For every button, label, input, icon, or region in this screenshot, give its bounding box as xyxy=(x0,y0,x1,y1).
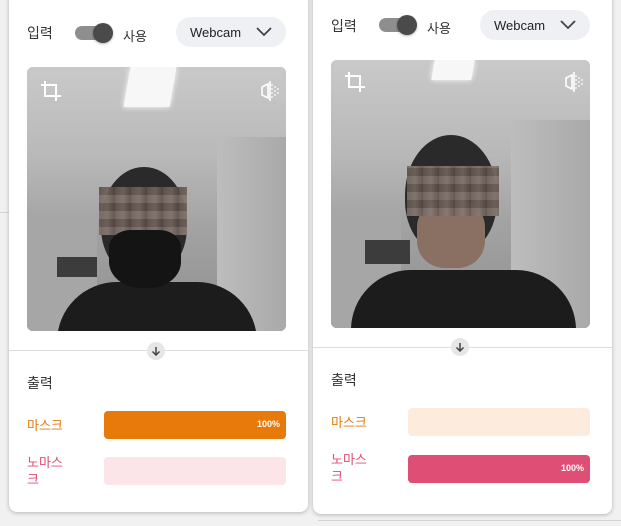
corridor-door xyxy=(365,240,410,264)
corridor-door xyxy=(57,257,97,277)
nomask-confidence-bar xyxy=(104,457,286,485)
webcam-feed xyxy=(27,67,286,331)
webcam-feed xyxy=(331,60,590,328)
chevron-down-icon xyxy=(560,20,576,30)
class-label-nomask: 노마스크 xyxy=(27,455,63,487)
source-select[interactable]: Webcam xyxy=(480,10,590,40)
model-panel-1: 입력 사용 Webcam 출력 마스크 100% 노마스크 xyxy=(9,0,308,512)
source-select-value: Webcam xyxy=(190,24,242,40)
input-label: 입력 xyxy=(27,25,53,41)
person-body xyxy=(351,270,576,328)
nomask-confidence-value: 100% xyxy=(560,463,584,473)
blurred-face xyxy=(99,187,187,235)
use-label: 사용 xyxy=(123,29,147,44)
toggle-knob xyxy=(397,15,417,35)
nomask-confidence-bar: 100% xyxy=(408,455,590,483)
ceiling-light xyxy=(431,60,475,80)
person-body xyxy=(57,282,257,331)
crop-icon[interactable] xyxy=(40,80,62,102)
source-select[interactable]: Webcam xyxy=(176,17,286,47)
crop-icon[interactable] xyxy=(344,71,366,93)
mask-confidence-bar: 100% xyxy=(104,411,286,439)
chevron-down-icon xyxy=(256,27,272,37)
output-label: 출력 xyxy=(331,372,357,388)
class-label-nomask: 노마스크 xyxy=(331,452,367,484)
mask-confidence-value: 100% xyxy=(256,419,280,429)
mask-confidence-bar xyxy=(408,408,590,436)
arrow-down-icon xyxy=(451,338,469,356)
flip-icon[interactable] xyxy=(564,71,584,93)
background-divider xyxy=(318,520,621,521)
use-toggle[interactable] xyxy=(75,23,113,43)
input-label: 입력 xyxy=(331,18,357,34)
blurred-face xyxy=(407,166,499,216)
class-label-mask: 마스크 xyxy=(27,418,63,433)
ceiling-light xyxy=(123,67,177,107)
model-panel-2: 입력 사용 Webcam 출력 마스크 노마스크 100% xyxy=(313,0,612,514)
arrow-down-icon xyxy=(147,342,165,360)
class-label-mask: 마스크 xyxy=(331,415,367,430)
use-label: 사용 xyxy=(427,21,451,36)
source-select-value: Webcam xyxy=(494,17,546,33)
face-mask xyxy=(109,230,181,288)
use-toggle[interactable] xyxy=(379,15,417,35)
flip-icon[interactable] xyxy=(260,80,280,102)
output-label: 출력 xyxy=(27,375,53,391)
toggle-knob xyxy=(93,23,113,43)
